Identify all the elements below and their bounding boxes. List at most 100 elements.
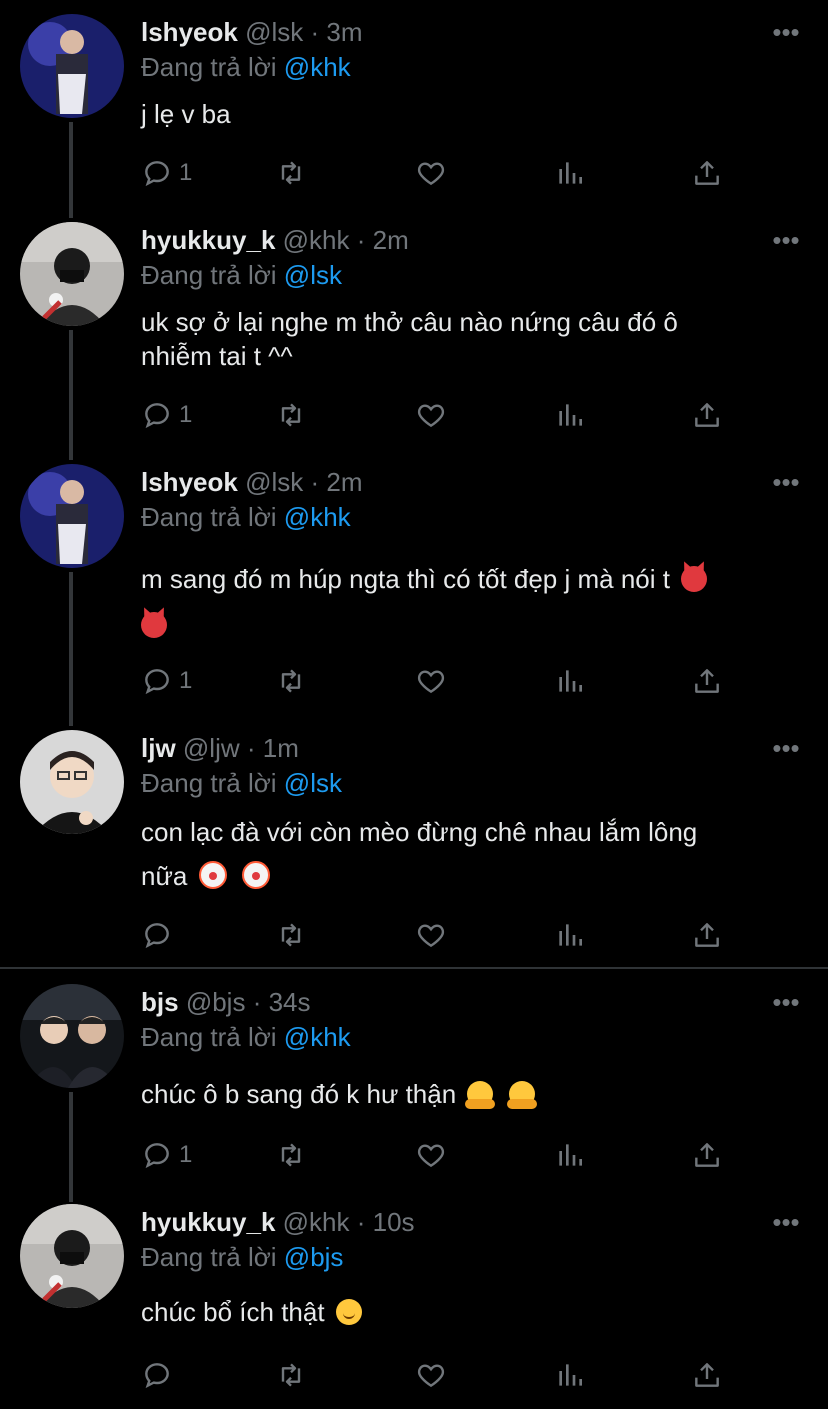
- avatar[interactable]: [20, 1204, 124, 1308]
- reply-mention-link[interactable]: @bjs: [284, 1242, 344, 1272]
- retweet-icon: [281, 161, 301, 185]
- more-options-icon[interactable]: •••: [772, 227, 800, 253]
- like-button[interactable]: [415, 1358, 447, 1392]
- tweet[interactable]: lshyeok @lsk · 3m Đang trả lời @khk j lẹ…: [0, 0, 828, 210]
- reply-icon: [145, 669, 169, 695]
- replying-to-label: Đang trả lời: [141, 1242, 277, 1272]
- analytics-icon: [559, 924, 582, 946]
- clown-emoji-icon: [198, 861, 227, 889]
- replying-to: Đang trả lời @bjs: [141, 1241, 343, 1273]
- reply-mention-link[interactable]: @lsk: [284, 260, 342, 290]
- divider: [0, 967, 828, 969]
- replying-to-label: Đang trả lời: [141, 502, 277, 532]
- reply-icon: [145, 1143, 169, 1169]
- more-options-icon[interactable]: •••: [772, 469, 800, 495]
- like-button[interactable]: [415, 156, 447, 190]
- avatar[interactable]: [20, 14, 124, 118]
- display-name[interactable]: hyukkuy_k: [141, 1207, 275, 1237]
- reply-button[interactable]: [141, 1358, 179, 1392]
- tweet[interactable]: hyukkuy_k @khk · 2m Đang trả lời @lsk uk…: [0, 208, 828, 466]
- tweet-actions: 1: [141, 156, 741, 190]
- heart-icon: [417, 162, 445, 186]
- retweet-button[interactable]: [275, 918, 307, 952]
- reply-button[interactable]: 1: [141, 398, 192, 432]
- like-button[interactable]: [415, 1138, 447, 1172]
- user-handle: @khk: [282, 1207, 350, 1237]
- share-button[interactable]: [691, 1138, 723, 1172]
- separator-dot: ·: [310, 467, 320, 497]
- reply-button[interactable]: 1: [141, 1138, 192, 1172]
- heart-icon: [417, 404, 445, 428]
- tweet-actions: 1: [141, 664, 741, 698]
- retweet-button[interactable]: [275, 398, 307, 432]
- analytics-button[interactable]: [554, 664, 586, 698]
- tweet-header: ljw @ljw · 1m: [141, 732, 299, 764]
- retweet-button[interactable]: [275, 664, 307, 698]
- tweet-actions: [141, 1358, 741, 1392]
- share-button[interactable]: [691, 1358, 723, 1392]
- more-options-icon[interactable]: •••: [772, 735, 800, 761]
- tweet-text-line: m sang đó m húp ngta thì có tốt đẹp j mà…: [141, 564, 670, 594]
- display-name[interactable]: bjs: [141, 987, 179, 1017]
- analytics-button[interactable]: [554, 1358, 586, 1392]
- analytics-button[interactable]: [554, 1138, 586, 1172]
- tweet-text: chúc bổ ích thật: [141, 1292, 791, 1332]
- like-button[interactable]: [415, 664, 447, 698]
- like-button[interactable]: [415, 398, 447, 432]
- display-name[interactable]: hyukkuy_k: [141, 225, 275, 255]
- reply-button[interactable]: 1: [141, 156, 192, 190]
- avatar[interactable]: [20, 730, 124, 834]
- analytics-button[interactable]: [554, 398, 586, 432]
- reply-icon: [145, 161, 169, 187]
- display-name[interactable]: ljw: [141, 733, 176, 763]
- reply-button[interactable]: [141, 918, 179, 952]
- replying-to-label: Đang trả lời: [141, 260, 277, 290]
- timestamp[interactable]: 10s: [373, 1207, 415, 1237]
- avatar[interactable]: [20, 222, 124, 326]
- more-options-icon[interactable]: •••: [772, 1209, 800, 1235]
- replying-to: Đang trả lời @khk: [141, 51, 351, 83]
- hugging-emoji-icon: [465, 1081, 496, 1109]
- reply-mention-link[interactable]: @lsk: [284, 768, 342, 798]
- timestamp[interactable]: 2m: [373, 225, 409, 255]
- reply-mention-link[interactable]: @khk: [284, 52, 351, 82]
- share-button[interactable]: [691, 664, 723, 698]
- timestamp[interactable]: 34s: [269, 987, 311, 1017]
- tweet-header: lshyeok @lsk · 2m: [141, 466, 363, 498]
- separator-dot: ·: [246, 733, 256, 763]
- avatar[interactable]: [20, 984, 124, 1088]
- share-button[interactable]: [691, 156, 723, 190]
- more-options-icon[interactable]: •••: [772, 989, 800, 1015]
- retweet-button[interactable]: [275, 1358, 307, 1392]
- avatar[interactable]: [20, 464, 124, 568]
- timestamp[interactable]: 2m: [326, 467, 362, 497]
- share-button[interactable]: [691, 398, 723, 432]
- tweet[interactable]: bjs @bjs · 34s Đang trả lời @khk chúc ô …: [0, 970, 828, 1190]
- tweet[interactable]: lshyeok @lsk · 2m Đang trả lời @khk m sa…: [0, 450, 828, 720]
- retweet-button[interactable]: [275, 156, 307, 190]
- analytics-icon: [559, 1144, 582, 1166]
- tweet-header: bjs @bjs · 34s: [141, 986, 311, 1018]
- tweet-text-line: chúc bổ ích thật: [141, 1297, 325, 1327]
- more-options-icon[interactable]: •••: [772, 19, 800, 45]
- analytics-button[interactable]: [554, 918, 586, 952]
- timestamp[interactable]: 3m: [326, 17, 362, 47]
- heart-icon: [417, 924, 445, 948]
- analytics-button[interactable]: [554, 156, 586, 190]
- share-button[interactable]: [691, 918, 723, 952]
- tweet[interactable]: hyukkuy_k @khk · 10s Đang trả lời @bjs c…: [0, 1190, 828, 1409]
- replying-to: Đang trả lời @khk: [141, 501, 351, 533]
- tweet[interactable]: ljw @ljw · 1m Đang trả lời @lsk con lạc …: [0, 716, 828, 966]
- retweet-icon: [281, 923, 301, 947]
- reply-button[interactable]: 1: [141, 664, 192, 698]
- display-name[interactable]: lshyeok: [141, 17, 238, 47]
- like-button[interactable]: [415, 918, 447, 952]
- separator-dot: ·: [356, 225, 366, 255]
- retweet-button[interactable]: [275, 1138, 307, 1172]
- hugging-emoji-icon: [506, 1081, 537, 1109]
- display-name[interactable]: lshyeok: [141, 467, 238, 497]
- timestamp[interactable]: 1m: [263, 733, 299, 763]
- reply-mention-link[interactable]: @khk: [284, 502, 351, 532]
- share-icon: [695, 1363, 719, 1387]
- reply-mention-link[interactable]: @khk: [284, 1022, 351, 1052]
